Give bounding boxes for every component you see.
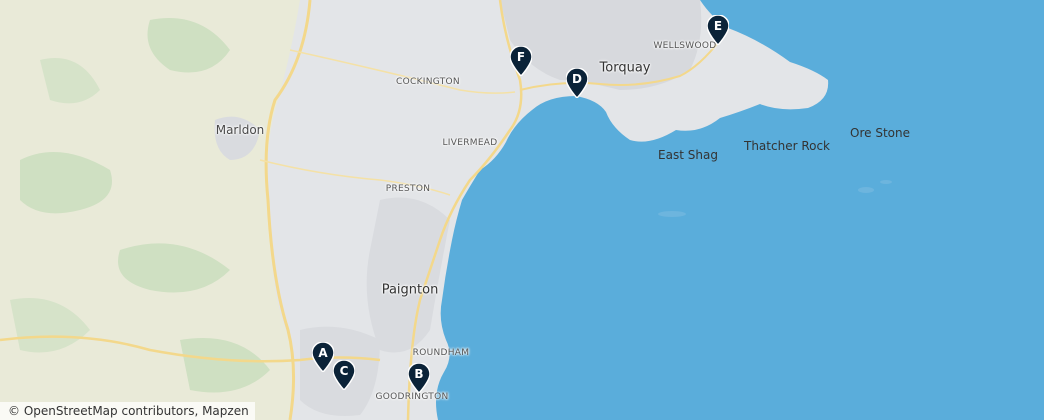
marker-label: E [713,19,723,33]
place-label-goodrington: GOODRINGTON [375,392,449,402]
attribution-link[interactable]: © OpenStreetMap contributors, Mapzen [8,404,249,418]
map-marker-a[interactable]: A [312,342,334,372]
place-label-cockington: COCKINGTON [396,77,460,87]
marker-label: F [516,50,526,64]
map-marker-f[interactable]: F [510,46,532,76]
place-label-torquay: Torquay [599,60,651,76]
map-canvas[interactable]: Torquay Paignton Marldon COCKINGTON LIVE… [0,0,1044,420]
map-marker-e[interactable]: E [707,15,729,45]
place-label-paignton: Paignton [381,282,439,298]
marker-label: B [414,367,424,381]
marker-label: C [339,364,349,378]
place-label-thatcher-rock: Thatcher Rock [743,139,831,153]
map-marker-d[interactable]: D [566,68,588,98]
marker-label: A [318,346,328,360]
map-attribution: © OpenStreetMap contributors, Mapzen [0,402,255,420]
place-label-ore-stone: Ore Stone [850,126,910,140]
place-label-preston: PRESTON [385,184,431,194]
map-marker-b[interactable]: B [408,363,430,393]
place-label-livermead: LIVERMEAD [442,138,498,148]
place-label-marldon: Marldon [215,123,265,137]
map-marker-c[interactable]: C [333,360,355,390]
place-label-roundham: ROUNDHAM [412,348,470,358]
marker-label: D [572,72,582,86]
place-label-east-shag: East Shag [658,148,718,162]
